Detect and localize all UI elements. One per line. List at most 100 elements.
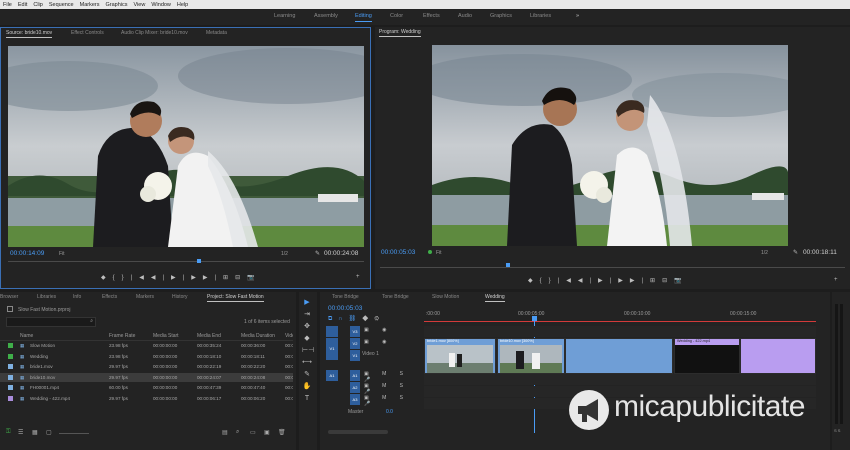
master-track-value[interactable]: 0.0 [386,409,393,415]
play-icon[interactable]: ▶ [598,278,610,284]
workspace-tab-learning[interactable]: Learning [274,13,295,19]
source-patch-v3[interactable] [326,326,338,337]
linked-selection-icon[interactable]: ⛓ [349,316,363,322]
menu-help[interactable]: Help [174,0,191,9]
timeline-clip-bride10[interactable]: bride10.mov [300%] [497,338,565,374]
settings-icon[interactable]: ⚙ [374,316,385,322]
source-patch-v1[interactable]: V1 [326,338,338,360]
track-select-tool-icon[interactable]: ⇥ [302,310,312,320]
workspace-tab-assembly[interactable]: Assembly [314,13,338,19]
tab-program[interactable]: Program: Wedding [379,29,421,37]
trash-icon[interactable]: 🗑 [278,429,286,436]
find-icon[interactable]: ⌕ [236,429,239,436]
mark-in-icon[interactable]: { [540,278,549,284]
project-list-item[interactable]: ▦ Wedding 23.98 fps 00:00:00:00 00:00:18:10 0… [0,352,293,361]
track-target-v1[interactable]: V1 [350,350,360,361]
work-area-bar[interactable] [424,321,816,322]
tab-history[interactable]: History [172,294,188,300]
program-timebar[interactable] [380,267,845,268]
column-media-duration[interactable]: Media Duration [241,333,275,339]
program-video-frame[interactable] [432,45,788,246]
workspace-tab-audio[interactable]: Audio [458,13,472,19]
tab-wedding[interactable]: Wedding [485,294,505,302]
track-toggle-icons-a1[interactable]: ▣ M S 🎤 [364,371,424,383]
workspace-tab-libraries[interactable]: Libraries [530,13,551,19]
track-toggle-icons-a2[interactable]: ▣ M S 🎤 [364,383,424,395]
track-toggle-icons-a3[interactable]: ▣ M S 🎤 [364,395,424,407]
timeline-clip-blue[interactable] [565,338,673,374]
source-playhead[interactable] [197,259,201,263]
automate-icon[interactable]: ▤ [222,429,228,436]
label-color-chip[interactable] [8,364,13,369]
ripple-edit-tool-icon[interactable]: ✥ [302,322,312,332]
project-list-item[interactable]: ▦ FH00001.mp4 60.00 fps 00:00:00:00 00:00:47… [0,383,293,392]
list-view-icon[interactable]: ☰ [18,429,23,436]
workspace-tab-color[interactable]: Color [390,13,403,19]
selection-tool-icon[interactable]: ▶ [302,298,312,308]
tab-markers[interactable]: Markers [136,294,154,300]
workspace-tab-graphics[interactable]: Graphics [490,13,512,19]
tab-source[interactable]: Source: bride10.mov [6,30,53,38]
export-frame-icon[interactable]: 📷 [247,275,261,281]
tab-effect-controls[interactable]: Effect Controls [71,30,104,36]
tab-tone-bridge-2[interactable]: Tone Bridge [382,294,409,300]
go-to-out-icon[interactable]: ▶| [203,275,223,281]
tab-libraries[interactable]: Libraries [37,294,56,300]
label-color-chip[interactable] [8,385,13,390]
source-fit-select[interactable]: Fit [59,251,65,257]
label-color-chip[interactable] [8,395,13,401]
track-lane-v3[interactable] [424,326,816,337]
nest-icon[interactable]: ⧉ [328,316,338,322]
icon-view-icon[interactable]: ▦ [32,429,38,436]
track-target-v2[interactable]: V2 [350,338,360,349]
go-to-out-icon[interactable]: ▶| [630,278,650,284]
overwrite-icon[interactable]: ⊟ [235,275,247,281]
source-timebar[interactable] [8,261,364,262]
track-toggle-icons-v2[interactable]: ▣ ◉ [364,339,392,345]
menu-markers[interactable]: Markers [77,0,103,9]
column-frame-rate[interactable]: Frame Rate [109,333,135,339]
program-add-button[interactable]: + [834,277,838,283]
step-forward-icon[interactable]: |▶ [610,278,630,284]
tab-project[interactable]: Project: Slow Fast Motion [207,294,264,302]
play-icon[interactable]: ▶ [171,275,183,281]
step-forward-icon[interactable]: |▶ [183,275,203,281]
timeline-clip-purple[interactable] [740,338,816,374]
source-resolution-select[interactable]: 1/2 [281,251,288,257]
track-target-v3[interactable]: V3 [350,326,360,337]
snap-icon[interactable]: ∩ [338,316,348,322]
program-resolution-select[interactable]: 1/2 [761,250,768,256]
track-target-a1[interactable]: A1 [350,370,360,381]
step-back-icon[interactable]: ◀| [578,278,598,284]
mark-out-icon[interactable]: } [549,278,558,284]
add-marker-icon[interactable]: ◆ [101,275,113,281]
timeline-clip-wedding-422[interactable]: Wedding - 422.mp4 [674,338,740,374]
wrench-icon[interactable]: ✎ [315,250,320,257]
tab-tone-bridge-1[interactable]: Tone Bridge [332,294,359,300]
timeline-timecode[interactable]: 00:00:05:03 [328,305,362,312]
insert-icon[interactable]: ⊞ [223,275,235,281]
project-search-input[interactable]: ⌕ [6,317,96,327]
mark-out-icon[interactable]: } [122,275,131,281]
program-timecode-in[interactable]: 00:00:05:03 [381,249,415,256]
slip-tool-icon[interactable]: ⊢⊣ [302,346,314,356]
tab-effects[interactable]: Effects [102,294,117,300]
draw-tool-icon[interactable]: ✎ [302,370,312,380]
column-video-in[interactable]: Video In P [285,333,293,339]
source-video-frame[interactable] [8,46,364,247]
workspace-tab-effects[interactable]: Effects [423,13,440,19]
project-list-item[interactable]: ▦ bride10.mov 29.97 fps 00:00:00:00 00:00:24… [0,372,293,382]
add-marker-icon[interactable]: ◆ [528,278,540,284]
type-tool-icon[interactable]: T [302,394,312,404]
lift-icon[interactable]: ⊞ [650,278,662,284]
timeline-zoom-scrollbar[interactable] [328,430,388,434]
track-lane-a1[interactable] [424,374,816,385]
tab-info[interactable]: Info [73,294,81,300]
menu-clip[interactable]: Clip [30,0,45,9]
program-playhead[interactable] [506,263,510,267]
workspace-tab-editing[interactable]: Editing [355,13,372,22]
menu-file[interactable]: File [0,0,15,9]
program-fit-select[interactable]: Fit [436,250,442,256]
new-item-icon[interactable]: ▣ [264,429,270,436]
timeline-clip-bride1[interactable]: bride1.mov [800%] [424,338,496,374]
